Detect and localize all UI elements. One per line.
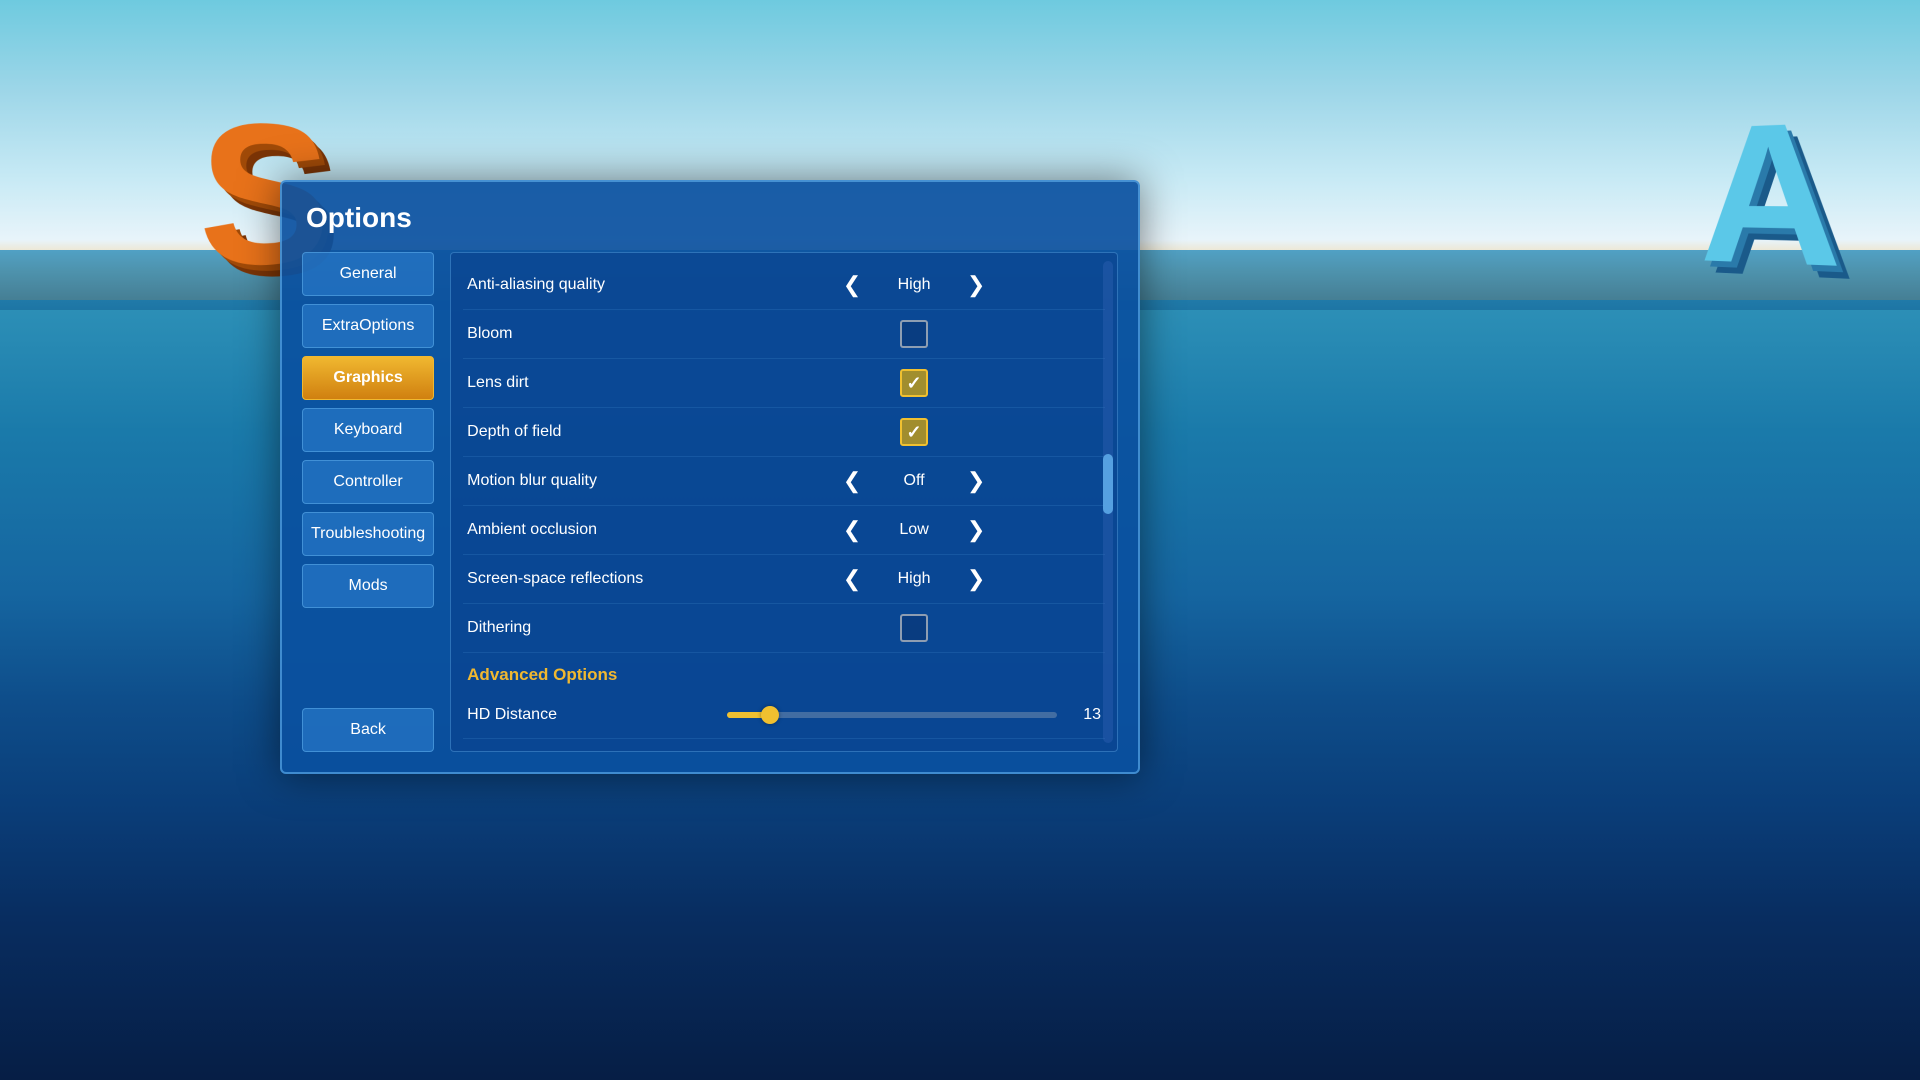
options-dialog: Options General ExtraOptions Graphics Ke…	[280, 180, 1140, 774]
back-button[interactable]: Back	[302, 708, 434, 752]
dithering-control	[727, 614, 1101, 642]
nav-buttons: General ExtraOptions Graphics Keyboard C…	[302, 252, 434, 608]
ambient-occlusion-prev[interactable]: ❮	[838, 516, 866, 544]
scrollbar-thumb[interactable]	[1103, 454, 1113, 514]
screen-space-reflections-prev[interactable]: ❮	[838, 565, 866, 593]
bloom-control	[727, 320, 1101, 348]
bloom-label: Bloom	[467, 325, 727, 343]
logo-letter-a: A	[1700, 75, 1842, 315]
setting-lens-dirt: Lens dirt	[463, 359, 1105, 408]
dialog-body: General ExtraOptions Graphics Keyboard C…	[302, 252, 1118, 752]
nav-graphics[interactable]: Graphics	[302, 356, 434, 400]
ambient-occlusion-label: Ambient occlusion	[467, 521, 727, 539]
screen-space-reflections-control: ❮ High ❯	[727, 565, 1101, 593]
setting-underwater-range: Underwater Range 20	[463, 739, 1105, 752]
nav-extra-options[interactable]: ExtraOptions	[302, 304, 434, 348]
screen-space-reflections-label: Screen-space reflections	[467, 570, 727, 588]
setting-dithering: Dithering	[463, 604, 1105, 653]
depth-of-field-label: Depth of field	[467, 423, 727, 441]
nav-troubleshooting[interactable]: Troubleshooting	[302, 512, 434, 556]
bloom-checkbox[interactable]	[900, 320, 928, 348]
hd-distance-control: 13	[727, 706, 1101, 724]
motion-blur-prev[interactable]: ❮	[838, 467, 866, 495]
lens-dirt-checkbox[interactable]	[900, 369, 928, 397]
motion-blur-next[interactable]: ❯	[962, 467, 990, 495]
setting-bloom: Bloom	[463, 310, 1105, 359]
setting-depth-of-field: Depth of field	[463, 408, 1105, 457]
scrollbar[interactable]	[1103, 261, 1113, 743]
nav-mods[interactable]: Mods	[302, 564, 434, 608]
anti-aliasing-prev[interactable]: ❮	[838, 271, 866, 299]
screen-space-reflections-next[interactable]: ❯	[962, 565, 990, 593]
motion-blur-label: Motion blur quality	[467, 472, 727, 490]
ambient-occlusion-selector: ❮ Low ❯	[727, 516, 1101, 544]
hd-distance-thumb[interactable]	[761, 706, 779, 724]
setting-ambient-occlusion: Ambient occlusion ❮ Low ❯	[463, 506, 1105, 555]
anti-aliasing-next[interactable]: ❯	[962, 271, 990, 299]
setting-screen-space-reflections: Screen-space reflections ❮ High ❯	[463, 555, 1105, 604]
motion-blur-selector: ❮ Off ❯	[727, 467, 1101, 495]
dithering-label: Dithering	[467, 619, 727, 637]
anti-aliasing-selector: ❮ High ❯	[727, 271, 1101, 299]
nav-keyboard[interactable]: Keyboard	[302, 408, 434, 452]
lens-dirt-label: Lens dirt	[467, 374, 727, 392]
depth-of-field-control	[727, 418, 1101, 446]
anti-aliasing-control: ❮ High ❯	[727, 271, 1101, 299]
settings-list: Anti-aliasing quality ❮ High ❯ Bloom	[463, 261, 1105, 752]
depth-of-field-checkbox[interactable]	[900, 418, 928, 446]
hd-distance-slider-row: 13	[727, 706, 1101, 724]
motion-blur-control: ❮ Off ❯	[727, 467, 1101, 495]
hd-distance-track[interactable]	[727, 712, 1057, 718]
anti-aliasing-value: High	[874, 276, 954, 294]
content-panel: Anti-aliasing quality ❮ High ❯ Bloom	[450, 252, 1118, 752]
lens-dirt-control	[727, 369, 1101, 397]
setting-hd-distance: HD Distance 13	[463, 691, 1105, 739]
ambient-occlusion-control: ❮ Low ❯	[727, 516, 1101, 544]
motion-blur-value: Off	[874, 472, 954, 490]
setting-motion-blur: Motion blur quality ❮ Off ❯	[463, 457, 1105, 506]
nav-panel: General ExtraOptions Graphics Keyboard C…	[302, 252, 434, 752]
anti-aliasing-label: Anti-aliasing quality	[467, 276, 727, 294]
setting-anti-aliasing: Anti-aliasing quality ❮ High ❯	[463, 261, 1105, 310]
ambient-occlusion-value: Low	[874, 521, 954, 539]
dialog-title: Options	[302, 202, 1118, 234]
nav-general[interactable]: General	[302, 252, 434, 296]
ambient-occlusion-next[interactable]: ❯	[962, 516, 990, 544]
nav-controller[interactable]: Controller	[302, 460, 434, 504]
dithering-checkbox[interactable]	[900, 614, 928, 642]
hd-distance-label: HD Distance	[467, 706, 727, 724]
hd-distance-value: 13	[1065, 706, 1101, 724]
screen-space-reflections-value: High	[874, 570, 954, 588]
advanced-options-header: Advanced Options	[463, 653, 1105, 691]
screen-space-reflections-selector: ❮ High ❯	[727, 565, 1101, 593]
